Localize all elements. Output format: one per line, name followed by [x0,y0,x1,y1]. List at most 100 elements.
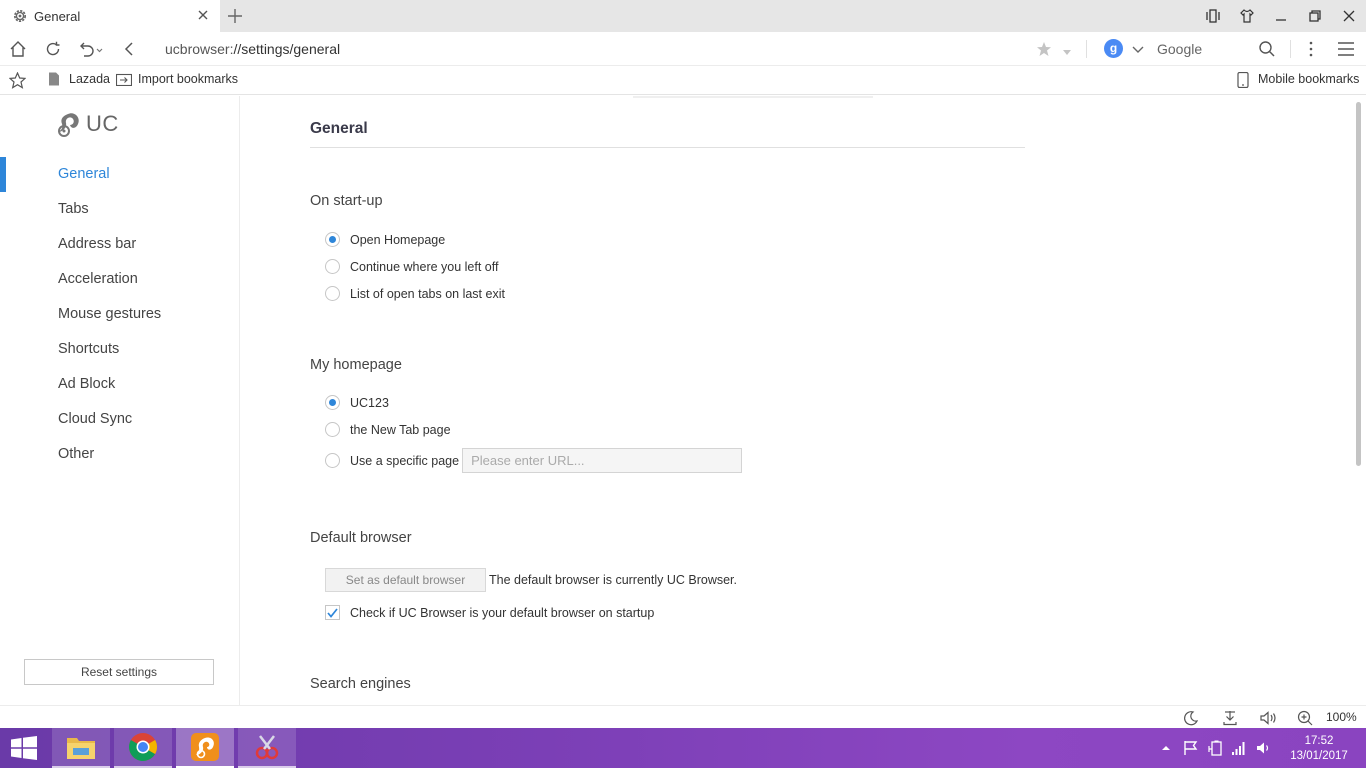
taskbar: 17:52 13/01/2017 [0,728,1366,768]
url-scheme: ucbrowser: [165,41,234,57]
search-engine-icon[interactable]: g [1104,39,1123,58]
tab-general[interactable]: General [0,0,220,32]
bookmark-label: Lazada [69,72,111,86]
startup-open-tabs-option[interactable]: List of open tabs on last exit [325,286,505,301]
undo-close-icon[interactable] [78,40,106,58]
bookmarks-bar: Lazada Import bookmarks Mobile bookmarks [0,66,1366,95]
mobile-bookmarks-label: Mobile bookmarks [1258,72,1360,86]
check-default-browser-option[interactable]: Check if UC Browser is your default brow… [325,605,654,620]
minimize-icon[interactable] [1264,0,1298,32]
settings-nav: General Tabs Address bar Acceleration Mo… [0,157,240,472]
shirt-skin-icon[interactable] [1230,0,1264,32]
divider [633,96,873,98]
mobile-phone-icon [1236,71,1250,89]
page-icon [47,72,61,86]
bookmark-label: Import bookmarks [138,72,239,86]
plus-icon[interactable] [226,7,244,25]
default-browser-status: The default browser is currently UC Brow… [489,573,738,587]
chevron-down-icon[interactable] [1132,43,1144,53]
download-icon[interactable] [1222,710,1238,726]
tab-title: General [34,8,81,24]
radio-button[interactable] [325,259,340,274]
bookmark-star-icon[interactable] [1036,41,1052,57]
radio-button[interactable] [325,422,340,437]
sidebar-item-general[interactable]: General [0,157,240,192]
checkbox[interactable] [325,605,340,620]
star-icon[interactable] [9,72,26,89]
chrome-icon[interactable] [114,728,172,768]
file-explorer-icon[interactable] [52,728,110,768]
radio-button[interactable] [325,286,340,301]
default-browser-heading: Default browser [310,530,412,546]
homepage-specific-page-option[interactable]: Use a specific page [325,448,743,473]
restore-icon[interactable] [1298,0,1332,32]
sidebar-item-mouse-gestures[interactable]: Mouse gestures [0,297,240,332]
menu-icon[interactable] [1337,40,1355,58]
homepage-new-tab-option[interactable]: the New Tab page [325,422,451,437]
reset-settings-button[interactable]: Reset settings [24,659,214,685]
settings-sidebar: UC General Tabs Address bar Acceleration… [0,96,240,705]
close-window-icon[interactable] [1332,0,1366,32]
option-label: List of open tabs on last exit [350,286,505,301]
startup-open-homepage-option[interactable]: Open Homepage [325,232,445,247]
home-icon[interactable] [9,40,27,58]
zoom-icon[interactable] [1297,710,1313,726]
night-mode-icon[interactable] [1183,710,1199,726]
sidebar-item-ad-block[interactable]: Ad Block [0,367,240,402]
sidebar-item-tabs[interactable]: Tabs [0,192,240,227]
sidebar-item-other[interactable]: Other [0,437,240,472]
close-icon[interactable] [196,8,210,22]
checkmark-icon [327,607,338,618]
sidebar-item-address-bar[interactable]: Address bar [0,227,240,262]
squirrel-logo-icon [58,113,79,137]
option-label: UC123 [350,395,389,410]
import-icon [115,72,133,87]
windows-start-icon[interactable] [10,736,38,760]
option-label: Check if UC Browser is your default brow… [350,605,655,620]
page-title: General [310,120,368,137]
divider [1086,40,1087,58]
set-default-browser-button[interactable]: Set as default browser [325,568,486,592]
sidebar-item-acceleration[interactable]: Acceleration [0,262,240,297]
option-label: the New Tab page [350,422,451,437]
startup-heading: On start-up [310,193,383,209]
option-label: Use a specific page [350,453,460,468]
sidebar-icon[interactable] [1196,0,1230,32]
back-icon[interactable] [120,40,138,58]
homepage-url-input[interactable] [462,448,743,473]
network-icon[interactable] [1231,740,1247,756]
snipping-tool-icon[interactable] [238,728,296,768]
search-icon[interactable] [1258,40,1276,58]
sidebar-item-shortcuts[interactable]: Shortcuts [0,332,240,367]
mobile-bookmarks-link[interactable]: Mobile bookmarks [1236,71,1360,89]
zoom-level[interactable]: 100% [1326,710,1357,724]
homepage-uc123-option[interactable]: UC123 [325,395,389,410]
window-controls [1196,0,1366,32]
volume-icon[interactable] [1256,740,1272,756]
system-clock[interactable]: 17:52 13/01/2017 [1286,734,1352,764]
scrollbar[interactable] [1352,96,1366,705]
scrollbar-thumb[interactable] [1356,102,1361,466]
search-input[interactable]: Google [1157,41,1202,57]
more-options-icon[interactable] [1302,40,1320,58]
chevron-up-icon[interactable] [1160,740,1172,756]
reload-icon[interactable] [44,40,62,58]
bookmark-lazada[interactable]: Lazada [47,72,110,86]
flag-icon[interactable] [1183,740,1199,756]
radio-button[interactable] [325,453,340,468]
uc-logo: UC [54,110,119,138]
sidebar-item-cloud-sync[interactable]: Cloud Sync [0,402,240,437]
import-bookmarks-link[interactable]: Import bookmarks [115,72,239,87]
startup-continue-option[interactable]: Continue where you left off [325,259,498,274]
status-bar: 100% [0,705,1366,728]
chevron-down-icon[interactable] [1062,45,1072,55]
option-label: Continue where you left off [350,259,499,274]
tab-strip: General [0,0,1366,32]
uc-browser-icon[interactable] [176,728,234,768]
address-input[interactable]: ucbrowser://settings/general [165,41,340,57]
clock-date: 13/01/2017 [1290,750,1348,762]
radio-button[interactable] [325,232,340,247]
radio-button[interactable] [325,395,340,410]
battery-icon[interactable] [1208,740,1224,756]
sound-icon[interactable] [1259,710,1279,726]
